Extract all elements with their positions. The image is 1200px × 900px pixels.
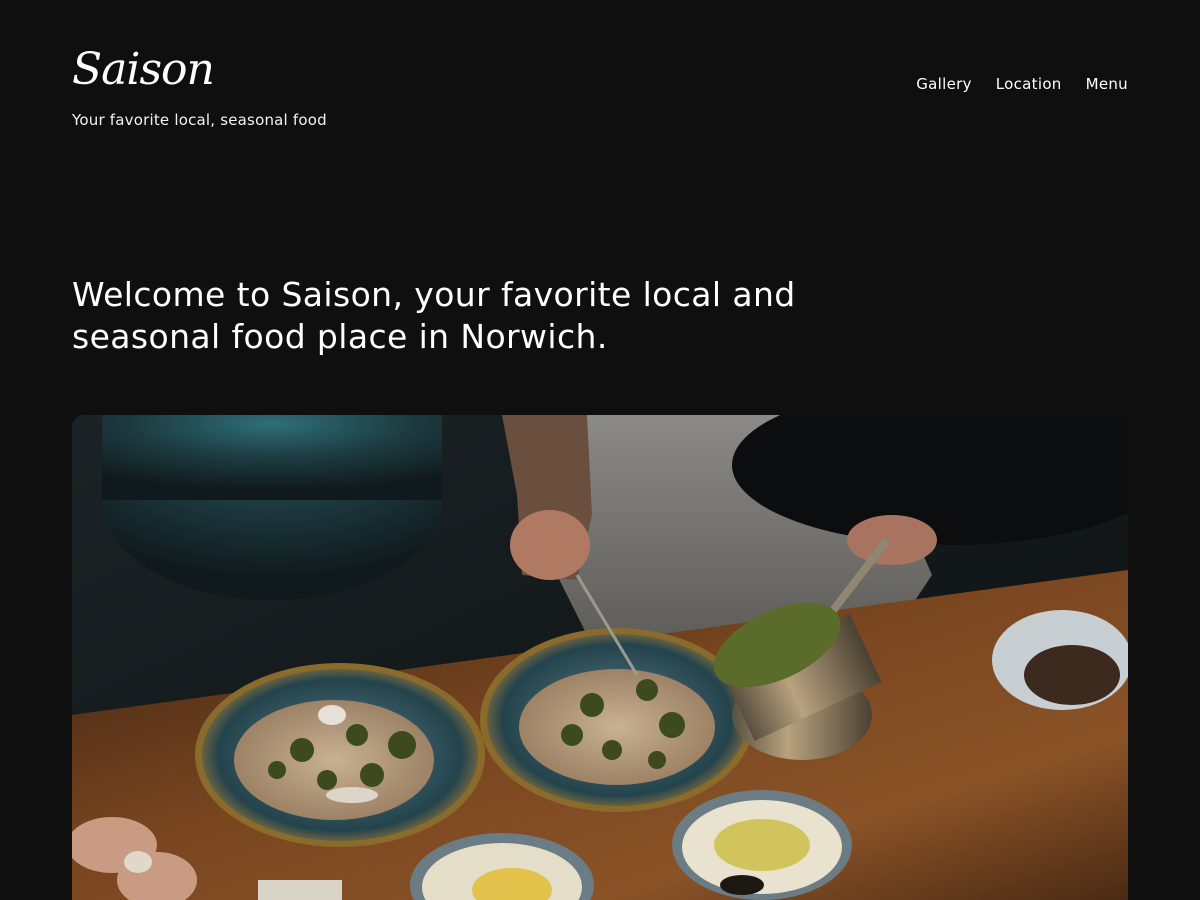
nav-link-menu[interactable]: Menu [1086, 74, 1128, 94]
hero-headline: Welcome to Saison, your favorite local a… [72, 275, 796, 356]
site-logo[interactable]: Saison [72, 44, 327, 96]
hero-photo-illustration [72, 415, 1128, 900]
hero-image [72, 415, 1128, 900]
nav-link-location[interactable]: Location [996, 74, 1062, 94]
site-tagline: Your favorite local, seasonal food [72, 111, 327, 129]
nav-link-gallery[interactable]: Gallery [916, 74, 972, 94]
brand: Saison Your favorite local, seasonal foo… [72, 44, 327, 130]
main-nav: Gallery Location Menu [916, 74, 1128, 94]
